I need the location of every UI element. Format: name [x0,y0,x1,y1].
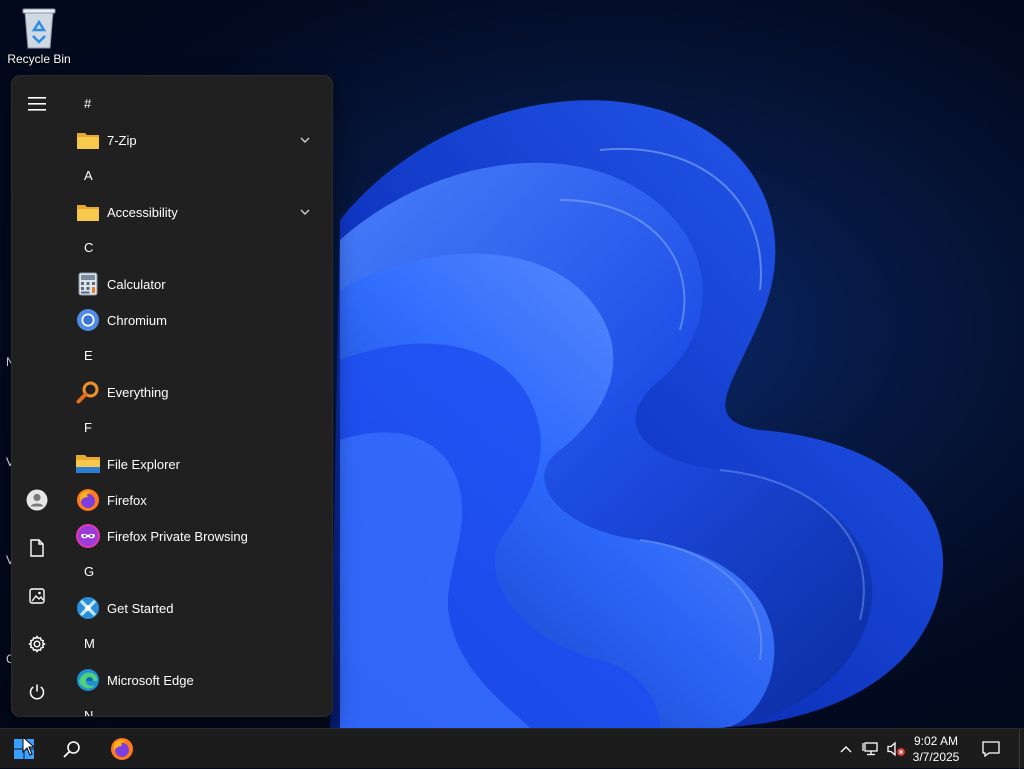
taskbar-clock[interactable]: 9:02 AM 3/7/2025 [908,733,964,765]
letter-header[interactable]: N [62,698,332,716]
letter-header[interactable]: F [62,410,332,446]
mouse-cursor-icon [22,736,34,756]
app-item-firefox-private-browsing[interactable]: Firefox Private Browsing [62,518,332,554]
documents-icon [30,539,44,557]
app-item-get-started[interactable]: Get Started [62,590,332,626]
clock-time: 9:02 AM [913,734,959,748]
taskbar-firefox-button[interactable] [106,733,138,765]
folder-icon [75,127,101,153]
chevron-down-icon[interactable] [298,205,312,219]
app-item-7-zip[interactable]: 7-Zip [62,122,332,158]
notification-icon [982,741,1000,757]
folder-icon [75,199,101,225]
chevron-up-icon [840,746,852,753]
app-item-everything[interactable]: Everything [62,374,332,410]
letter-header[interactable]: A [62,158,332,194]
app-name: Chromium [107,312,167,328]
search-button[interactable] [56,733,88,765]
pictures-icon [29,588,45,604]
calculator-icon [75,271,101,297]
app-name: Firefox Private Browsing [107,528,248,544]
firefox-icon [75,487,101,513]
app-name: Everything [107,384,169,400]
network-button[interactable] [860,729,882,769]
show-desktop-button[interactable] [1019,729,1024,769]
everything-search-icon [75,379,101,405]
app-name: File Explorer [107,456,180,472]
recycle-bin-shortcut[interactable]: Recycle Bin [4,6,74,66]
start-menu: # 7-Zip A Accessibility C Calculator Chr… [12,76,332,716]
app-item-firefox[interactable]: Firefox [62,482,332,518]
letter-header[interactable]: M [62,626,332,662]
letter-header[interactable]: # [62,86,332,122]
taskbar: 9:02 AM 3/7/2025 [0,728,1024,769]
recycle-bin-icon [21,6,57,50]
app-item-file-explorer[interactable]: File Explorer [62,446,332,482]
app-item-calculator[interactable]: Calculator [62,266,332,302]
notification-center-button[interactable] [978,729,1004,769]
app-name: 7-Zip [107,132,137,148]
hamburger-menu-icon [28,97,46,111]
chromium-icon [75,307,101,333]
hamburger-menu-button[interactable] [21,88,53,120]
show-hidden-icons-button[interactable] [836,729,856,769]
firefox-private-icon [75,523,101,549]
app-name: Get Started [107,600,174,616]
app-name: Microsoft Edge [107,672,194,688]
settings-button[interactable] [21,628,53,660]
file-explorer-icon [75,451,101,477]
settings-icon [28,635,46,653]
letter-header[interactable]: E [62,338,332,374]
recycle-bin-label: Recycle Bin [7,52,71,66]
app-name: Accessibility [107,204,178,220]
app-item-microsoft-edge[interactable]: Microsoft Edge [62,662,332,698]
search-icon [63,741,80,758]
all-apps-list: # 7-Zip A Accessibility C Calculator Chr… [62,86,332,716]
clock-date: 3/7/2025 [912,750,960,764]
app-item-accessibility[interactable]: Accessibility [62,194,332,230]
firefox-icon [111,738,133,760]
user-account-button[interactable] [21,484,53,516]
user-avatar-icon [26,489,48,511]
start-menu-rail [12,76,62,716]
get-started-icon [75,595,101,621]
edge-icon [75,667,101,693]
letter-header[interactable]: C [62,230,332,266]
power-icon [29,684,45,700]
volume-button[interactable] [884,729,908,769]
network-icon [862,742,878,756]
power-button[interactable] [21,676,53,708]
documents-button[interactable] [21,532,53,564]
chevron-down-icon[interactable] [298,133,312,147]
app-item-chromium[interactable]: Chromium [62,302,332,338]
volume-muted-icon [887,741,905,757]
app-name: Calculator [107,276,166,292]
letter-header[interactable]: G [62,554,332,590]
pictures-button[interactable] [21,580,53,612]
app-name: Firefox [107,492,147,508]
